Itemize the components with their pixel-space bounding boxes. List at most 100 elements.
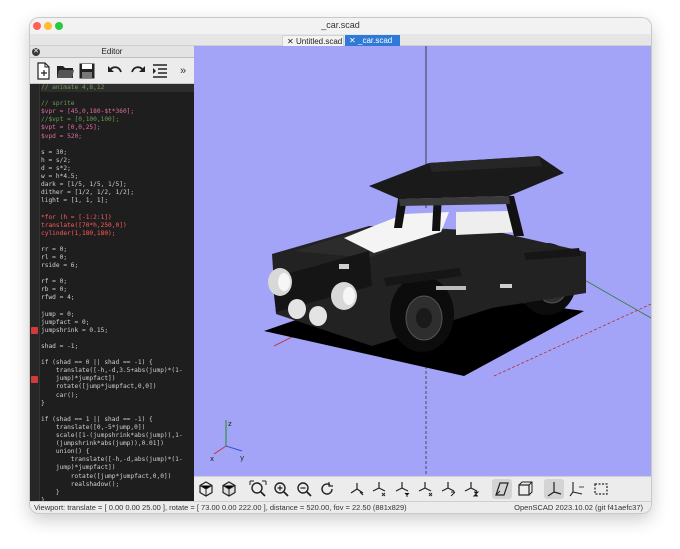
undo-icon[interactable] bbox=[105, 61, 125, 81]
code-line[interactable]: w = h*4.5; bbox=[41, 173, 194, 181]
code-line[interactable]: rf = 0; bbox=[41, 278, 194, 286]
code-line[interactable]: if (shad == 0 || shad == -1) { bbox=[41, 359, 194, 367]
preview-icon[interactable] bbox=[196, 479, 216, 499]
code-line[interactable]: jump = 0; bbox=[41, 311, 194, 319]
code-line[interactable]: rl = 0; bbox=[41, 254, 194, 262]
code-line[interactable]: //$vpt = [0,100,100]; bbox=[41, 116, 194, 124]
3d-viewport[interactable]: z x y bbox=[194, 46, 651, 476]
version-label: OpenSCAD 2023.10.02 (git f41aefc37) bbox=[514, 503, 643, 512]
code-line[interactable]: union() { bbox=[41, 448, 194, 456]
code-line[interactable]: rotate([jump*jumpfact,0,0]) bbox=[41, 383, 194, 391]
code-line[interactable]: *for (h = [-1:2:1]) bbox=[41, 214, 194, 222]
code-line[interactable]: scale([1-(jumpshrink*abs(jump)),1- bbox=[41, 432, 194, 440]
code-line[interactable] bbox=[41, 238, 194, 246]
code-line[interactable]: light = [1, 1, 1]; bbox=[41, 197, 194, 205]
code-line[interactable]: } bbox=[41, 400, 194, 408]
code-line[interactable]: car(); bbox=[41, 392, 194, 400]
window-title: _car.scad bbox=[321, 20, 360, 30]
code-line[interactable]: jump)*jumpfact]) bbox=[41, 375, 194, 383]
code-line[interactable]: s = 30; bbox=[41, 149, 194, 157]
tab-untitled[interactable]: ✕ Untitled.scad bbox=[282, 35, 344, 46]
code-line[interactable]: jumpshrink = 0.15; bbox=[41, 327, 194, 335]
code-line[interactable]: rside = 6; bbox=[41, 262, 194, 270]
code-line[interactable]: dither = [1/2, 1/2, 1/2]; bbox=[41, 189, 194, 197]
code-line[interactable]: rfwd = 4; bbox=[41, 294, 194, 302]
status-bar: Viewport: translate = [ 0.00 0.00 25.00 … bbox=[30, 501, 651, 513]
view-front-icon[interactable] bbox=[438, 479, 458, 499]
fold-marker-icon[interactable] bbox=[31, 327, 38, 334]
fog-light-right bbox=[309, 306, 327, 326]
indent-icon[interactable] bbox=[150, 61, 170, 81]
code-line[interactable]: // sprite bbox=[41, 100, 194, 108]
view-toolbar bbox=[194, 476, 651, 501]
code-line[interactable]: dark = [1/5, 1/5, 1/5]; bbox=[41, 181, 194, 189]
code-line[interactable]: rb = 0; bbox=[41, 286, 194, 294]
view-back-icon[interactable] bbox=[461, 479, 481, 499]
code-line[interactable] bbox=[41, 335, 194, 343]
code-line[interactable] bbox=[41, 141, 194, 149]
code-line[interactable]: translate([70*h,250,0]) bbox=[41, 222, 194, 230]
save-icon[interactable] bbox=[77, 61, 97, 81]
code-line[interactable]: realshadow(); bbox=[41, 481, 194, 489]
code-line[interactable]: rr = 0; bbox=[41, 246, 194, 254]
zoom-in-icon[interactable] bbox=[271, 479, 291, 499]
line-gutter bbox=[30, 84, 40, 501]
code-line[interactable]: $vpr = [45,0,180-$t*360]; bbox=[41, 108, 194, 116]
perspective-icon[interactable] bbox=[492, 479, 512, 499]
side-marker bbox=[339, 264, 349, 269]
code-line[interactable]: (jumpshrink*abs(jump)),0.01]) bbox=[41, 440, 194, 448]
code-line[interactable]: if (shad == 1 || shad == -1) { bbox=[41, 416, 194, 424]
code-line[interactable]: translate([-h,-d,abs(jump)*(1- bbox=[41, 456, 194, 464]
code-line[interactable]: jump)*jumpfact]) bbox=[41, 464, 194, 472]
code-line[interactable]: rotate([jump*jumpfact,0,0]) bbox=[41, 473, 194, 481]
editor-header: ✕ Editor bbox=[30, 46, 194, 58]
code-line[interactable] bbox=[41, 270, 194, 278]
view-left-icon[interactable] bbox=[415, 479, 435, 499]
code-line[interactable]: translate([-h,-d,3.5+abs(jump)*(1- bbox=[41, 367, 194, 375]
redo-icon[interactable] bbox=[128, 61, 148, 81]
code-line[interactable]: $vpt = [0,0,25]; bbox=[41, 124, 194, 132]
code-line[interactable]: d = s*2; bbox=[41, 165, 194, 173]
tab-car-scad[interactable]: ✕ _car.scad bbox=[345, 35, 400, 46]
open-folder-icon[interactable] bbox=[55, 61, 75, 81]
code-line[interactable]: translate([0,-5*jump,0]) bbox=[41, 424, 194, 432]
axis-label-z: z bbox=[228, 420, 232, 428]
close-tab-icon[interactable]: ✕ bbox=[349, 35, 356, 46]
render-icon[interactable] bbox=[219, 479, 239, 499]
code-line[interactable]: $vpd = 520; bbox=[41, 133, 194, 141]
tab-bar: ✕ Untitled.scad ✕ _car.scad bbox=[30, 34, 651, 46]
code-line[interactable] bbox=[41, 303, 194, 311]
fog-light-left bbox=[288, 299, 306, 319]
code-editor[interactable]: // animate 4,8,12 // sprite $vpr = [45,0,1… bbox=[30, 84, 194, 501]
code-line[interactable] bbox=[41, 351, 194, 359]
side-strip bbox=[436, 286, 466, 290]
view-all-icon[interactable] bbox=[248, 479, 268, 499]
axis-label-x: x bbox=[210, 455, 214, 463]
code-line[interactable]: cylinder(1,180,180); bbox=[41, 230, 194, 238]
edges-icon[interactable] bbox=[591, 479, 611, 499]
reset-view-icon[interactable] bbox=[317, 479, 337, 499]
code-line[interactable]: jumpfact = 0; bbox=[41, 319, 194, 327]
code-line[interactable] bbox=[41, 92, 194, 100]
fold-marker-icon[interactable] bbox=[31, 376, 38, 383]
code-line[interactable]: h = s/2; bbox=[41, 157, 194, 165]
editor-title: Editor bbox=[101, 47, 123, 56]
axes-icon[interactable] bbox=[544, 479, 564, 499]
view-top-icon[interactable] bbox=[369, 479, 389, 499]
code-line[interactable] bbox=[41, 205, 194, 213]
code-line[interactable] bbox=[41, 408, 194, 416]
code-line[interactable]: // animate 4,8,12 bbox=[41, 84, 194, 93]
new-file-icon[interactable] bbox=[33, 61, 53, 81]
title-bar: _car.scad bbox=[30, 18, 651, 34]
car-model-render: z x y bbox=[194, 46, 651, 476]
viewport-status: Viewport: translate = [ 0.00 0.00 25.00 … bbox=[34, 503, 407, 512]
zoom-out-icon[interactable] bbox=[294, 479, 314, 499]
scale-markers-icon[interactable] bbox=[567, 479, 587, 499]
view-bottom-icon[interactable] bbox=[392, 479, 412, 499]
code-line[interactable]: shad = -1; bbox=[41, 343, 194, 351]
view-right-icon[interactable] bbox=[347, 479, 367, 499]
code-line[interactable]: } bbox=[41, 489, 194, 497]
orthogonal-icon[interactable] bbox=[515, 479, 535, 499]
more-icon[interactable]: » bbox=[173, 61, 193, 81]
editor-panel: ✕ Editor » // animate 4,8,12 // sprite $… bbox=[30, 46, 194, 501]
